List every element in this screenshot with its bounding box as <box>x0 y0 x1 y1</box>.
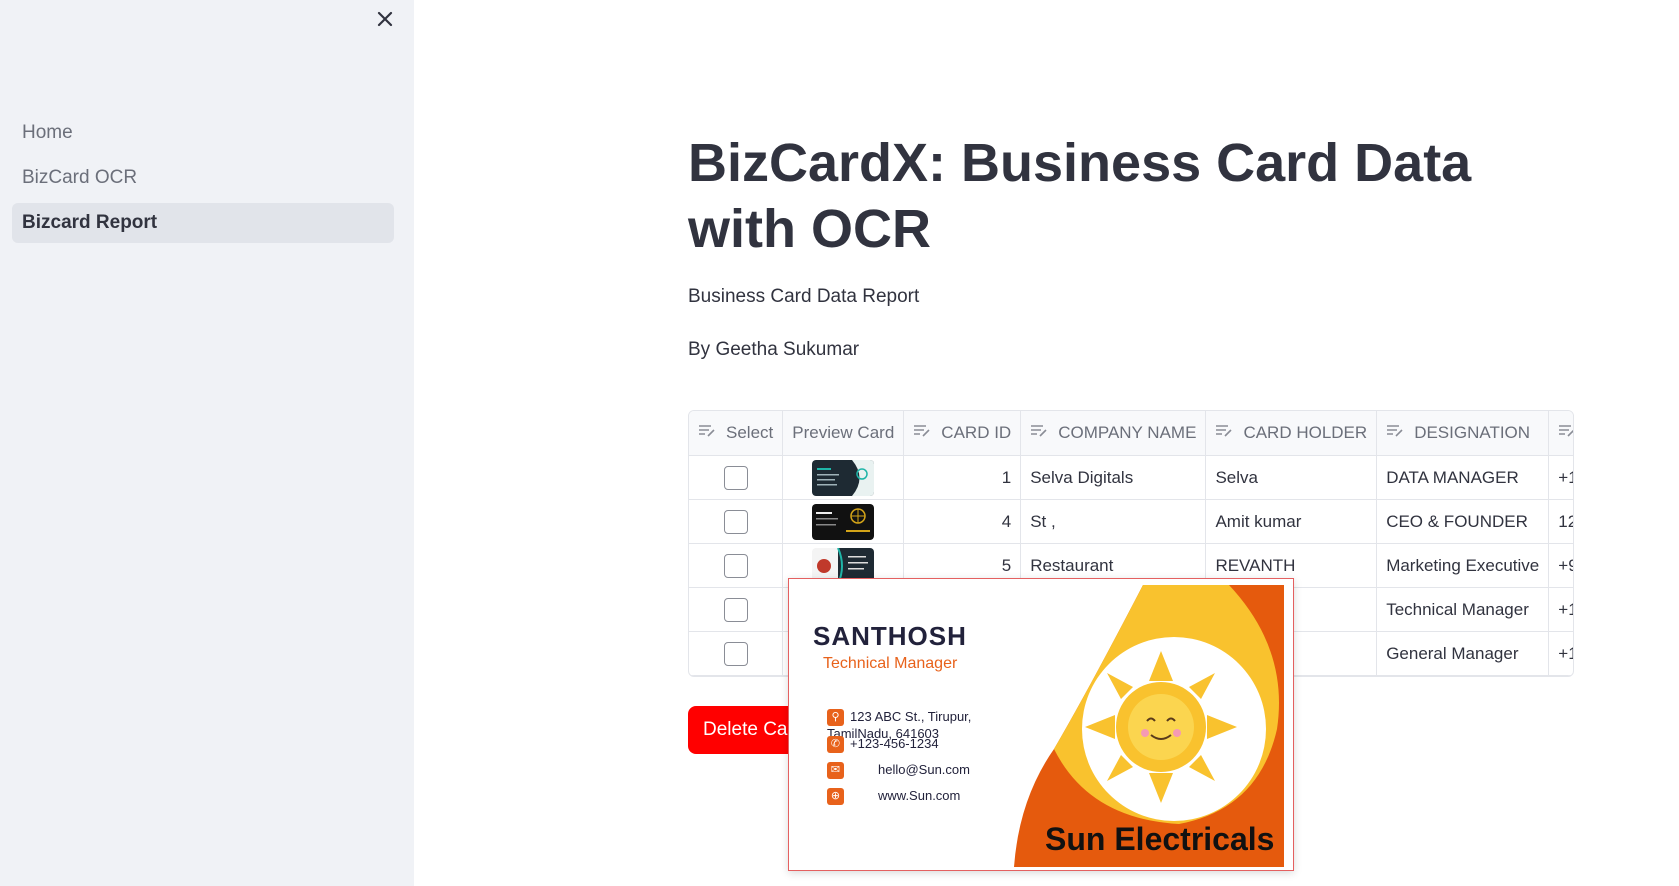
sidebar-item-home[interactable]: Home <box>12 113 394 153</box>
card-email: ✉ hello@Sun.com <box>827 762 970 780</box>
card-phone: ✆ +123-456-1234 <box>827 736 939 754</box>
select-checkbox[interactable] <box>723 465 748 490</box>
sidebar-item-bizcard-ocr[interactable]: BizCard OCR <box>12 158 394 198</box>
column-header-card-id[interactable]: CARD ID <box>903 411 1022 456</box>
edit-column-icon <box>698 423 716 443</box>
card-company-name: Sun Electricals <box>1045 821 1275 857</box>
preview-cell[interactable] <box>782 455 905 500</box>
page-title: BizCardX: Business Card Data with OCR <box>688 133 1472 259</box>
holder-cell: Selva <box>1205 455 1378 500</box>
designation-cell: CEO & FOUNDER <box>1376 499 1550 544</box>
designation-cell: Marketing Executive <box>1376 543 1550 588</box>
select-cell[interactable] <box>689 631 784 676</box>
table-row[interactable]: 4 St , Amit kumar CEO & FOUNDER 123 <box>689 499 1573 544</box>
select-checkbox[interactable] <box>723 509 748 534</box>
phone-cell: +12 <box>1548 631 1573 676</box>
select-checkbox[interactable] <box>723 597 748 622</box>
designation-cell: General Manager <box>1376 631 1550 676</box>
company-cell: Selva Digitals <box>1020 455 1207 500</box>
table-row[interactable]: 1 Selva Digitals Selva DATA MANAGER +12 <box>689 455 1573 500</box>
edit-column-icon <box>1558 423 1573 443</box>
card-preview-popup: SANTHOSH Technical Manager ⚲ 123 ABC St.,… <box>788 578 1294 871</box>
phone-icon: ✆ <box>827 736 844 754</box>
sidebar-nav: Home BizCard OCR Bizcard Report <box>12 113 394 248</box>
edit-column-icon <box>1030 423 1048 443</box>
select-cell[interactable] <box>689 543 784 588</box>
card-holder-name: SANTHOSH <box>813 621 967 651</box>
company-cell: St , <box>1020 499 1207 544</box>
preview-cell[interactable] <box>782 499 905 544</box>
phone-cell: +12 <box>1548 587 1573 632</box>
card-thumbnail[interactable] <box>812 503 875 540</box>
location-pin-icon: ⚲ <box>827 709 844 727</box>
select-checkbox[interactable] <box>723 641 748 666</box>
card-holder-title: Technical Manager <box>823 655 958 672</box>
column-header-holder[interactable]: CARD HOLDER <box>1205 411 1378 456</box>
column-header-phone[interactable] <box>1548 411 1573 456</box>
select-cell[interactable] <box>689 499 784 544</box>
mail-icon: ✉ <box>827 762 844 780</box>
select-checkbox[interactable] <box>723 553 748 578</box>
column-header-preview[interactable]: Preview Card <box>782 411 905 456</box>
edit-column-icon <box>1386 423 1404 443</box>
edit-column-icon <box>1215 423 1233 443</box>
card-thumbnail[interactable] <box>812 459 875 496</box>
column-header-select[interactable]: Select <box>689 411 784 456</box>
author-byline: By Geetha Sukumar <box>688 339 860 360</box>
column-header-company[interactable]: COMPANY NAME <box>1020 411 1207 456</box>
designation-cell: Technical Manager <box>1376 587 1550 632</box>
globe-icon: ⊕ <box>827 788 844 806</box>
phone-cell: +12 <box>1548 455 1573 500</box>
select-cell[interactable] <box>689 587 784 632</box>
close-icon[interactable] <box>372 6 398 32</box>
designation-cell: DATA MANAGER <box>1376 455 1550 500</box>
card-id-cell: 4 <box>903 499 1022 544</box>
edit-column-icon <box>913 423 931 443</box>
table-header-row: Select Preview Card CARD ID COMPANY NAME… <box>689 411 1573 456</box>
card-website: ⊕ www.Sun.com <box>827 788 960 806</box>
page-subtitle: Business Card Data Report <box>688 286 920 307</box>
phone-cell: 123 <box>1548 499 1573 544</box>
card-id-cell: 1 <box>903 455 1022 500</box>
select-cell[interactable] <box>689 455 784 500</box>
sidebar-item-bizcard-report[interactable]: Bizcard Report <box>12 203 394 243</box>
column-header-designation[interactable]: DESIGNATION <box>1376 411 1550 456</box>
sidebar: Home BizCard OCR Bizcard Report <box>0 0 414 886</box>
holder-cell: Amit kumar <box>1205 499 1378 544</box>
phone-cell: +91 <box>1548 543 1573 588</box>
